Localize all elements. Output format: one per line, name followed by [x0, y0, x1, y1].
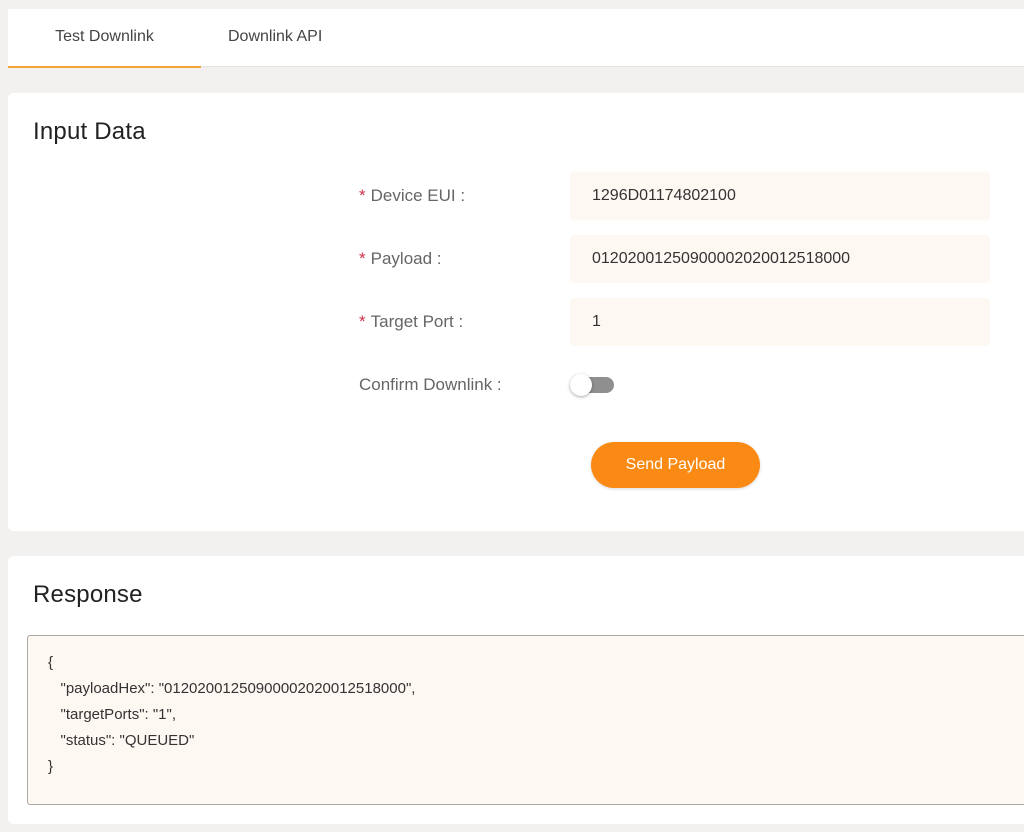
tab-downlink-api-label: Downlink API — [228, 28, 323, 45]
payload-row: * Payload : — [8, 235, 1024, 283]
target-port-label: * Target Port : — [359, 298, 463, 346]
target-port-label-text: Target Port : — [370, 312, 464, 331]
toggle-knob — [570, 374, 592, 396]
confirm-downlink-toggle[interactable] — [570, 361, 614, 409]
target-port-input[interactable] — [570, 298, 990, 346]
tab-bar: Test Downlink Downlink API — [8, 9, 1024, 68]
confirm-downlink-row: Confirm Downlink : — [8, 361, 1024, 409]
device-eui-input[interactable] — [570, 172, 990, 220]
payload-input[interactable] — [570, 235, 990, 283]
payload-label-text: Payload : — [370, 249, 442, 268]
device-eui-label-text: Device EUI : — [370, 186, 466, 205]
tab-downlink-api[interactable]: Downlink API — [228, 9, 378, 67]
required-marker: * — [359, 312, 366, 331]
response-output[interactable]: { "payloadHex": "01202001250900002020012… — [27, 635, 1024, 805]
required-marker: * — [359, 249, 366, 268]
device-eui-row: * Device EUI : — [8, 172, 1024, 220]
target-port-row: * Target Port : — [8, 298, 1024, 346]
active-tab-indicator — [8, 66, 201, 68]
confirm-downlink-label: Confirm Downlink : — [359, 375, 502, 394]
input-data-title: Input Data — [33, 118, 146, 145]
device-eui-label: * Device EUI : — [359, 172, 465, 220]
send-payload-button[interactable]: Send Payload — [591, 442, 760, 488]
tab-test-downlink[interactable]: Test Downlink — [8, 9, 201, 68]
response-title: Response — [33, 581, 143, 608]
payload-label: * Payload : — [359, 235, 442, 283]
tab-test-downlink-label: Test Downlink — [55, 28, 154, 45]
required-marker: * — [359, 186, 366, 205]
input-data-card: Input Data *Device EUI : *Payload : *Tar… — [8, 93, 1024, 531]
response-card: Response { "payloadHex": "01202001250900… — [8, 556, 1024, 824]
